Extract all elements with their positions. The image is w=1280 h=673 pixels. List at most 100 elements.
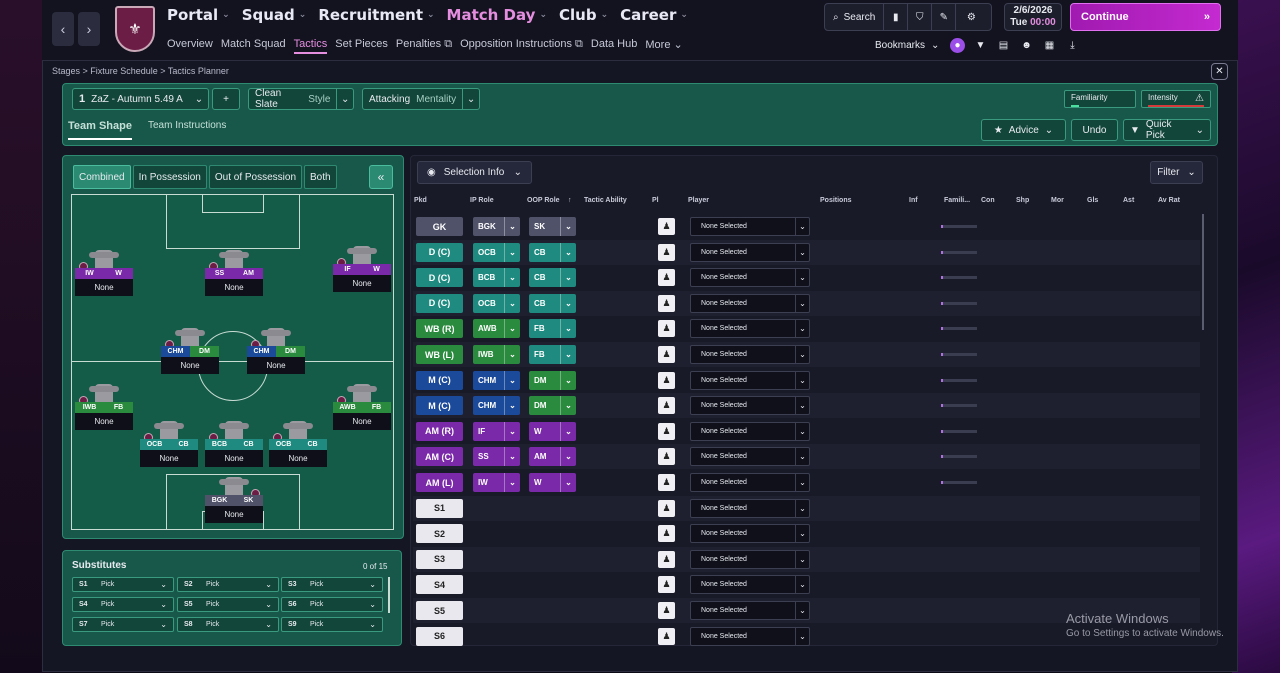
col-header[interactable]: Player [688, 197, 709, 204]
col-header[interactable]: IP Role [470, 197, 494, 204]
player-select[interactable]: None Selected ⌄ [690, 396, 810, 416]
sort-up-icon[interactable]: ↑ [568, 197, 572, 204]
position-badge[interactable]: AM (L) [416, 473, 463, 492]
quick-pick-button[interactable]: ▼ Quick Pick ⌄ [1123, 119, 1211, 141]
oop-role-select[interactable]: W ⌄ [529, 421, 576, 441]
position-badge[interactable]: S1 [416, 498, 463, 518]
position-badge[interactable]: D (C) [416, 268, 463, 288]
player-select[interactable]: None Selected ⌄ [690, 421, 810, 441]
person-icon[interactable]: ♟ [658, 218, 675, 235]
person-icon[interactable]: ♟ [658, 550, 675, 568]
oop-role-select[interactable]: SK ⌄ [529, 217, 576, 236]
breadcrumb[interactable]: Stages > Fixture Schedule > Tactics Plan… [52, 66, 229, 76]
style-selector[interactable]: Clean Slate Style ⌄ [248, 88, 354, 110]
subnav-opposition-instructions[interactable]: Opposition Instructions ⧉ [460, 38, 583, 54]
person-icon[interactable]: ♟ [658, 602, 675, 619]
oop-role-select[interactable]: CB ⌄ [529, 293, 576, 313]
col-header[interactable]: Av Rat [1158, 197, 1180, 204]
position-badge[interactable]: WB (R) [416, 319, 463, 339]
mode-out-of-possession[interactable]: Out of Possession [208, 165, 303, 189]
bookmark-icon[interactable]: ▮ [884, 4, 909, 30]
ip-role-select[interactable]: BCB ⌄ [473, 268, 520, 288]
position-badge[interactable]: AM (R) [416, 421, 463, 441]
back-button[interactable]: ‹ [52, 12, 74, 46]
col-header[interactable]: Tactic Ability [584, 197, 627, 204]
tab-team-instructions[interactable]: Team Instructions [148, 120, 226, 140]
person-icon[interactable]: ♟ [658, 627, 675, 645]
person-icon[interactable]: ♟ [658, 576, 675, 594]
table-row[interactable]: D (C) OCB ⌄ CB ⌄ ♟ None Selected ⌄ [413, 239, 1200, 265]
undo-button[interactable]: Undo [1071, 119, 1118, 141]
oop-role-select[interactable]: AM ⌄ [529, 447, 576, 467]
player-select[interactable]: None Selected ⌄ [690, 626, 810, 646]
pitch-player[interactable]: AWB FB None [333, 384, 391, 436]
player-select[interactable]: None Selected ⌄ [690, 217, 810, 236]
chat-icon[interactable]: ● [950, 38, 965, 53]
sub-slot[interactable]: S9 Pick ⌄ [281, 617, 383, 632]
ip-role-select[interactable]: IF ⌄ [473, 421, 520, 441]
person-icon[interactable]: ♟ [658, 397, 675, 415]
pitch-player[interactable]: BCB CB None [205, 421, 263, 473]
person-icon[interactable]: ♟ [658, 243, 675, 261]
selection-info-dropdown[interactable]: ◉ Selection Info ⌄ [417, 161, 532, 184]
intensity-meter[interactable]: Intensity ⚠ [1141, 90, 1211, 108]
position-badge[interactable]: S6 [416, 626, 463, 646]
continue-button[interactable]: Continue» [1070, 3, 1221, 31]
col-header[interactable]: Shp [1016, 197, 1029, 204]
ip-role-select[interactable]: BGK ⌄ [473, 217, 520, 236]
player-select[interactable]: None Selected ⌄ [690, 524, 810, 544]
oop-role-select[interactable]: W ⌄ [529, 473, 576, 492]
position-badge[interactable]: D (C) [416, 293, 463, 313]
position-badge[interactable]: S3 [416, 549, 463, 569]
col-header[interactable]: Famili... [944, 197, 970, 204]
familiarity-meter[interactable]: Familiarity [1064, 90, 1136, 108]
ip-role-select[interactable]: SS ⌄ [473, 447, 520, 467]
player-select[interactable]: None Selected ⌄ [690, 601, 810, 620]
sub-slot[interactable]: S7 Pick ⌄ [72, 617, 174, 632]
person-icon[interactable]: ♟ [658, 499, 675, 517]
table-row[interactable]: S1 ♟ None Selected ⌄ [413, 495, 1200, 521]
player-select[interactable]: None Selected ⌄ [690, 345, 810, 364]
search-button[interactable]: ⌕ Search [825, 4, 885, 30]
table-row[interactable]: AM (C) SS ⌄ AM ⌄ ♟ None Selected ⌄ [413, 444, 1200, 470]
mode-combined[interactable]: Combined [73, 165, 131, 189]
position-badge[interactable]: D (C) [416, 242, 463, 262]
col-header[interactable]: OOP Role [527, 197, 560, 204]
person-icon[interactable]: ♟ [658, 346, 675, 363]
sub-slot[interactable]: S1 Pick ⌄ [72, 577, 174, 592]
subnav-tactics[interactable]: Tactics [293, 38, 328, 54]
sub-slot[interactable]: S4 Pick ⌄ [72, 597, 174, 612]
tactic-selector[interactable]: 1 ZaZ - Autumn 5.49 A ⌄ [72, 88, 209, 110]
mode-both[interactable]: Both [304, 165, 337, 189]
pitch-player[interactable]: OCB CB None [269, 421, 327, 473]
oop-role-select[interactable]: FB ⌄ [529, 345, 576, 364]
nav-recruitment[interactable]: Recruitment ⌄ [318, 6, 434, 24]
nav-portal[interactable]: Portal ⌄ [167, 6, 230, 24]
person-icon[interactable]: ♟ [658, 474, 675, 491]
pitch-player[interactable]: CHM DM None [161, 328, 219, 380]
oop-role-select[interactable]: DM ⌄ [529, 370, 576, 390]
col-header[interactable]: Gls [1087, 197, 1098, 204]
person-icon[interactable]: ♟ [658, 371, 675, 389]
pitch-player[interactable]: OCB CB None [140, 421, 198, 473]
position-badge[interactable]: S4 [416, 575, 463, 595]
gear-icon[interactable]: ⚙ [956, 4, 986, 30]
person-icon[interactable]: ♟ [658, 422, 675, 440]
table-row[interactable]: M (C) CHM ⌄ DM ⌄ ♟ None Selected ⌄ [413, 393, 1200, 419]
player-select[interactable]: None Selected ⌄ [690, 268, 810, 288]
person-icon[interactable]: ♟ [658, 448, 675, 466]
filter-dropdown[interactable]: Filter ⌄ [1150, 161, 1203, 184]
table-row[interactable]: S3 ♟ None Selected ⌄ [413, 546, 1200, 572]
pitch-player[interactable]: IF W None [333, 246, 391, 298]
table-scrollbar[interactable] [1202, 214, 1204, 330]
download-icon[interactable]: ⤓ [1065, 38, 1080, 53]
position-badge[interactable]: S5 [416, 601, 463, 620]
club-crest[interactable]: ⚜ [115, 6, 155, 52]
pitch-player[interactable]: CHM DM None [247, 328, 305, 380]
col-header[interactable]: Positions [820, 197, 852, 204]
subnav-data-hub[interactable]: Data Hub [591, 38, 637, 54]
oop-role-select[interactable]: DM ⌄ [529, 396, 576, 416]
pen-icon[interactable]: ✎ [932, 4, 957, 30]
table-row[interactable]: AM (L) IW ⌄ W ⌄ ♟ None Selected ⌄ [413, 470, 1200, 495]
person-icon[interactable]: ♟ [658, 320, 675, 338]
